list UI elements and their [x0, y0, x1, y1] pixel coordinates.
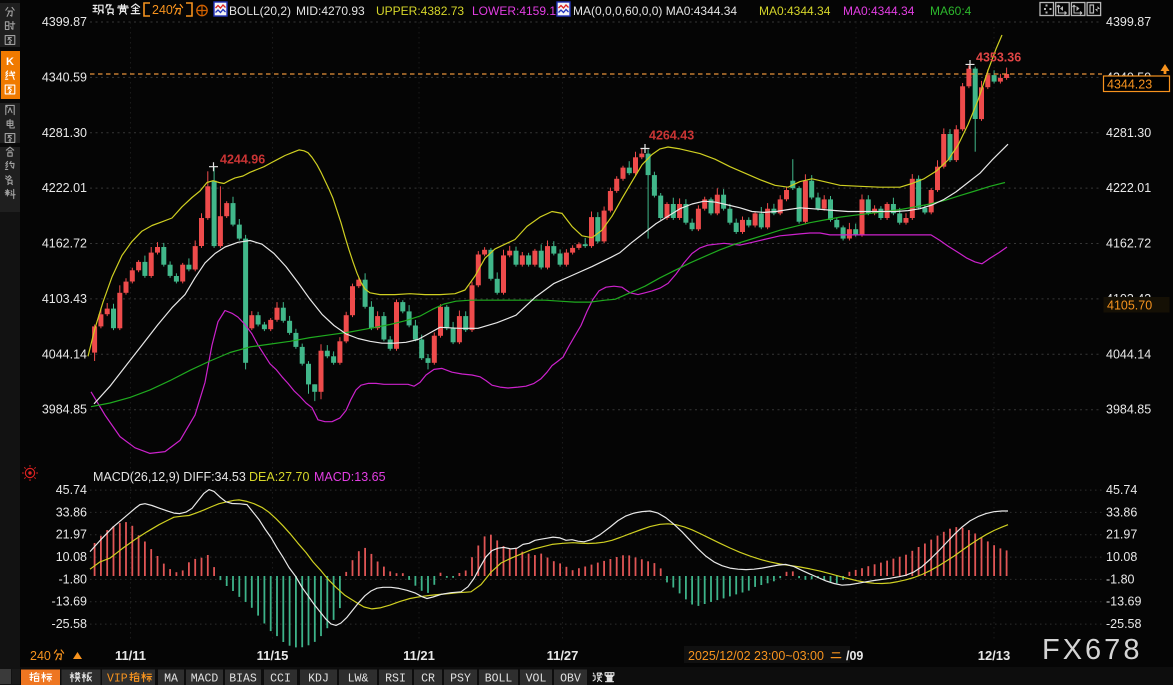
svg-text:-25.58: -25.58: [1106, 617, 1141, 631]
svg-text:240: 240: [152, 3, 173, 17]
svg-text:4264.43: 4264.43: [649, 129, 694, 143]
svg-text:3984.85: 3984.85: [1106, 403, 1151, 417]
svg-text:4103.43: 4103.43: [42, 292, 87, 306]
svg-text:11/15: 11/15: [257, 648, 289, 663]
svg-text:KDJ: KDJ: [308, 672, 329, 685]
svg-text:4281.30: 4281.30: [42, 126, 87, 140]
svg-text:11/21: 11/21: [403, 648, 435, 663]
svg-text:MA: MA: [164, 672, 178, 685]
svg-text:MID:4270.93: MID:4270.93: [296, 4, 365, 18]
svg-text:4222.01: 4222.01: [1106, 181, 1151, 195]
svg-text:4399.87: 4399.87: [1106, 15, 1151, 29]
svg-text:4353.36: 4353.36: [976, 50, 1021, 64]
svg-text:MACD: MACD: [191, 672, 219, 685]
svg-text:4044.14: 4044.14: [1106, 347, 1151, 361]
svg-text:MACD(26,12,9) DIFF:34.53: MACD(26,12,9) DIFF:34.53: [93, 470, 246, 484]
svg-text:12/13: 12/13: [978, 648, 1011, 663]
svg-text:4244.96: 4244.96: [220, 153, 265, 167]
svg-text:MA(0,0,0,60,0,0) MA0:4344.34: MA(0,0,0,60,0,0) MA0:4344.34: [573, 4, 737, 18]
svg-text:4222.01: 4222.01: [42, 181, 87, 195]
svg-text:LOWER:4159.14: LOWER:4159.14: [472, 4, 563, 18]
svg-text:MA0:4344.34: MA0:4344.34: [843, 4, 915, 18]
svg-text:PSY: PSY: [450, 672, 471, 685]
svg-text:10.08: 10.08: [1106, 550, 1137, 564]
svg-text:CCI: CCI: [270, 672, 291, 685]
svg-text:UPPER:4382.73: UPPER:4382.73: [376, 4, 464, 18]
svg-text:CR: CR: [421, 672, 435, 685]
svg-text:4044.14: 4044.14: [42, 347, 87, 361]
svg-text:4105.70: 4105.70: [1107, 299, 1152, 313]
svg-text:2025/12/02 23:00~03:00: 2025/12/02 23:00~03:00: [688, 649, 824, 663]
svg-text:21.97: 21.97: [1106, 528, 1137, 542]
svg-text:4344.23: 4344.23: [1107, 78, 1152, 92]
svg-text:4281.30: 4281.30: [1106, 126, 1151, 140]
svg-text:RSI: RSI: [385, 672, 406, 685]
svg-text:K: K: [6, 56, 14, 68]
svg-text:45.74: 45.74: [1106, 483, 1137, 497]
svg-text:OBV: OBV: [560, 672, 581, 685]
svg-text:MA60:4: MA60:4: [930, 4, 972, 18]
svg-text:MA0:4344.34: MA0:4344.34: [759, 4, 831, 18]
svg-text:-13.69: -13.69: [52, 595, 87, 609]
svg-text:3984.85: 3984.85: [42, 403, 87, 417]
svg-text:/09: /09: [846, 649, 863, 663]
svg-text:4162.72: 4162.72: [1106, 237, 1151, 251]
svg-text:BOLL(20,2): BOLL(20,2): [229, 4, 291, 18]
svg-text:21.97: 21.97: [56, 528, 87, 542]
svg-text:33.86: 33.86: [1106, 505, 1137, 519]
svg-text:11/11: 11/11: [115, 648, 146, 663]
svg-text:240: 240: [30, 649, 51, 663]
svg-text:-1.80: -1.80: [1106, 572, 1135, 586]
svg-text:4399.87: 4399.87: [42, 15, 87, 29]
svg-text:MACD:13.65: MACD:13.65: [314, 470, 386, 484]
svg-text:LW&: LW&: [348, 672, 369, 685]
svg-text:BIAS: BIAS: [229, 672, 257, 685]
svg-text:33.86: 33.86: [56, 505, 87, 519]
svg-text:FX678: FX678: [1042, 634, 1142, 666]
svg-text:-1.80: -1.80: [59, 572, 88, 586]
svg-text:VOL: VOL: [526, 672, 547, 685]
svg-text:VIP: VIP: [107, 672, 128, 685]
svg-text:DEA:27.70: DEA:27.70: [249, 470, 310, 484]
svg-text:-25.58: -25.58: [52, 617, 87, 631]
svg-text:10.08: 10.08: [56, 550, 87, 564]
svg-text:-13.69: -13.69: [1106, 595, 1141, 609]
svg-text:11/27: 11/27: [547, 648, 579, 663]
svg-text:45.74: 45.74: [56, 483, 87, 497]
svg-text:BOLL: BOLL: [485, 672, 513, 685]
svg-text:4162.72: 4162.72: [42, 237, 87, 251]
svg-text:4340.59: 4340.59: [42, 70, 87, 84]
